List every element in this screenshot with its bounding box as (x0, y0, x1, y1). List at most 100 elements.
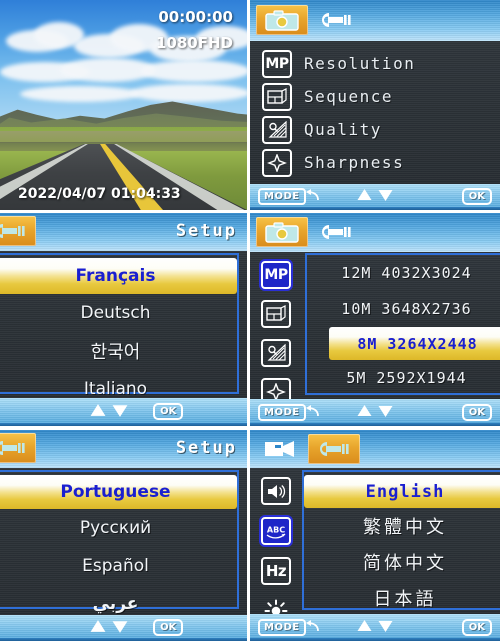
menu-top-bar (250, 430, 500, 468)
osd-resolution-label: 1080FHD (156, 34, 233, 52)
menu-top-bar (250, 0, 500, 41)
cloud-shape (140, 60, 247, 82)
up-arrow-icon (90, 404, 106, 416)
arrow-keys (89, 403, 128, 418)
menu-bottom-bar: OK (0, 398, 247, 426)
mode-button[interactable]: MODE (258, 188, 306, 205)
resolution-option[interactable]: 12M 4032X3024 (307, 255, 500, 291)
menu-top-bar: Setup (0, 430, 247, 468)
language-option[interactable]: Русский (0, 509, 237, 547)
language-option-frame: Portuguese Русский Español عربي (0, 470, 239, 614)
wrench-icon (0, 441, 25, 455)
language-option[interactable]: Portuguese (0, 475, 237, 509)
panel-setup-language-3: ABC Hz English 繁體中文 简体中文 日本語 MODE OK (250, 430, 500, 641)
rail-item-quality[interactable] (260, 337, 292, 369)
panel-resolution-menu: MP 12M 4032X3024 10M 3648X2736 8M 3264X2… (250, 213, 500, 426)
bottom-divider (250, 207, 500, 210)
back-arrow-icon[interactable] (305, 619, 321, 638)
setup-tab[interactable] (0, 433, 36, 463)
wrench-icon (322, 225, 351, 239)
hz-frequency-icon: Hz (261, 557, 291, 585)
mode-button[interactable]: MODE (258, 404, 306, 421)
ok-button[interactable]: OK (153, 619, 184, 636)
language-option[interactable]: English (304, 475, 500, 508)
setup-tab[interactable] (308, 434, 360, 464)
setup-tab[interactable] (0, 216, 36, 246)
sequence-icon (262, 82, 292, 111)
rail-item-sound[interactable] (260, 475, 292, 507)
speaker-icon (261, 477, 291, 505)
resolution-option[interactable]: 8M 3264X2448 (329, 327, 500, 360)
language-option[interactable]: Español (0, 547, 237, 585)
settings-icon-rail: MP (260, 259, 292, 408)
svg-text:ABC: ABC (267, 525, 285, 534)
camera-icon (265, 10, 299, 31)
panel-title: Setup (175, 221, 237, 241)
down-arrow-icon (378, 406, 393, 417)
mp-icon: MP (261, 261, 291, 289)
resolution-option-frame: 12M 4032X3024 10M 3648X2736 8M 3264X2448… (305, 253, 500, 395)
arrow-keys (357, 188, 394, 202)
menu-top-bar: Setup (0, 213, 247, 251)
language-option[interactable]: 简体中文 (304, 544, 500, 580)
quality-icon (262, 115, 292, 144)
setup-tab[interactable] (310, 5, 362, 35)
osd-datetime-stamp: 2022/04/07 01:04:33 (18, 186, 181, 202)
language-option[interactable]: 한국어 (0, 332, 237, 370)
language-option[interactable]: 繁體中文 (304, 508, 500, 544)
up-arrow-icon (90, 620, 106, 632)
video-tab[interactable] (254, 434, 306, 464)
wrench-icon (322, 13, 351, 27)
ok-button[interactable]: OK (461, 404, 492, 421)
rail-item-mp[interactable]: MP (260, 259, 292, 291)
panel-photo-menu: MP Resolution Sequence Quality Sharpness… (250, 0, 500, 210)
back-arrow-icon[interactable] (305, 188, 321, 207)
menu-item-label: Resolution (304, 54, 416, 73)
menu-bottom-bar: OK (0, 615, 247, 641)
camera-icon (265, 222, 299, 243)
wrench-icon (0, 224, 25, 238)
rail-item-frequency[interactable]: Hz (260, 555, 292, 587)
arrow-keys (357, 619, 394, 633)
camera-tab[interactable] (256, 5, 308, 35)
camera-tab[interactable] (256, 217, 308, 247)
resolution-option[interactable]: 10M 3648X2736 (307, 291, 500, 327)
cloud-shape (20, 86, 140, 102)
wrench-icon (320, 442, 349, 456)
sequence-icon (261, 300, 291, 328)
bottom-divider (250, 423, 500, 426)
down-arrow-icon (378, 190, 393, 201)
rail-item-language[interactable]: ABC (260, 515, 292, 547)
menu-item-resolution[interactable]: MP Resolution (262, 47, 492, 80)
ok-button[interactable]: OK (461, 619, 492, 636)
menu-item-quality[interactable]: Quality (262, 113, 492, 146)
language-option[interactable]: Deutsch (0, 294, 237, 332)
cloud-shape (130, 84, 247, 102)
mode-button[interactable]: MODE (258, 619, 306, 636)
language-option-frame: English 繁體中文 简体中文 日本語 (302, 470, 500, 610)
mp-icon: MP (262, 49, 292, 78)
language-option[interactable]: 日本語 (304, 580, 500, 616)
settings-icon-rail: ABC Hz (260, 475, 292, 627)
rail-item-sequence[interactable] (260, 298, 292, 330)
back-arrow-icon[interactable] (305, 404, 321, 423)
menu-top-bar (250, 213, 500, 252)
panel-setup-language-2: Setup Portuguese Русский Español عربي OK (0, 430, 247, 641)
setup-tab[interactable] (310, 217, 362, 247)
down-arrow-icon (112, 621, 128, 633)
ok-button[interactable]: OK (153, 403, 184, 420)
menu-item-sharpness[interactable]: Sharpness (262, 146, 492, 179)
live-view-image: 00:00:00 1080FHD 2022/04/07 01:04:33 (0, 0, 247, 210)
screenshot-grid: 00:00:00 1080FHD 2022/04/07 01:04:33 MP … (0, 0, 500, 641)
menu-item-sequence[interactable]: Sequence (262, 80, 492, 113)
menu-bottom-bar: MODE OK (250, 399, 500, 426)
ok-button[interactable]: OK (461, 188, 492, 205)
panel-live-view: 00:00:00 1080FHD 2022/04/07 01:04:33 (0, 0, 247, 210)
bottom-divider (0, 423, 247, 426)
language-option[interactable]: Français (0, 258, 237, 294)
quality-icon (261, 339, 291, 367)
osd-recording-timer: 00:00:00 (158, 8, 233, 26)
panel-title: Setup (175, 438, 237, 458)
resolution-option[interactable]: 5M 2592X1944 (307, 360, 500, 396)
panel-setup-language-1: Setup Français Deutsch 한국어 Italiano OK (0, 213, 247, 426)
